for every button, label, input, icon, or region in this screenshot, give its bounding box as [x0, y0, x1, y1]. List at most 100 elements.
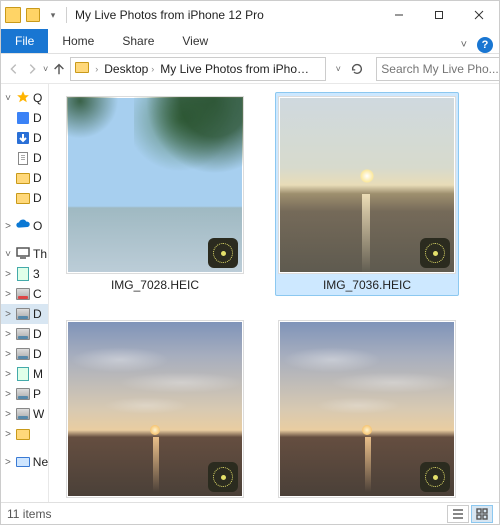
tree-item[interactable]: D	[1, 188, 48, 208]
tree-label: O	[33, 219, 42, 233]
qat-button[interactable]	[26, 8, 40, 22]
minimize-button[interactable]	[379, 1, 419, 29]
explorer-window: ▾ My Live Photos from iPhone 12 Pro File…	[0, 0, 500, 525]
tree-twisty[interactable]: >	[3, 409, 13, 420]
address-row: ˅ › Desktop› My Live Photos from iPhone …	[1, 54, 499, 84]
tree-item[interactable]: >D	[1, 324, 48, 344]
tree-item[interactable]: >3	[1, 264, 48, 284]
items-grid: IMG_7028.HEIC IMG_7036.HEICIMG_7040 (7).H…	[63, 92, 495, 502]
tree-label: Ne	[33, 455, 48, 469]
tree-label: D	[33, 171, 42, 185]
file-item[interactable]: IMG_7040.HEIC	[275, 316, 459, 502]
live-photo-icon	[420, 462, 450, 492]
tree-item[interactable]: >D	[1, 304, 48, 324]
tree-twisty[interactable]: >	[3, 457, 13, 468]
tree-icon	[15, 218, 31, 234]
tree-item[interactable]: >C	[1, 284, 48, 304]
tree-label: P	[33, 387, 41, 401]
title-bar: ▾ My Live Photos from iPhone 12 Pro	[1, 1, 499, 29]
view-thumbnails-button[interactable]	[471, 505, 493, 523]
thumbnail	[278, 96, 456, 274]
nav-tree[interactable]: ˅QDDDDD>O˅Th>3>C>D>D>D>M>P>W>>Ne	[1, 84, 49, 502]
tree-item[interactable]: > Ne	[1, 452, 48, 472]
tree-twisty[interactable]: >	[3, 369, 13, 380]
tree-item[interactable]: ˅Q	[1, 88, 48, 108]
help-icon[interactable]: ?	[477, 37, 493, 53]
tree-twisty[interactable]: >	[3, 221, 13, 232]
tree-icon	[15, 110, 31, 126]
tree-twisty[interactable]: >	[3, 389, 13, 400]
tree-item[interactable]: >D	[1, 344, 48, 364]
tree-icon	[15, 170, 31, 186]
window-controls	[379, 1, 499, 29]
tree-twisty[interactable]: >	[3, 349, 13, 360]
tree-label: D	[33, 191, 42, 205]
breadcrumb-folder[interactable]: My Live Photos from iPhone 12 Pro	[158, 62, 312, 76]
back-button[interactable]	[7, 57, 21, 81]
tab-share[interactable]: Share	[108, 29, 168, 53]
maximize-button[interactable]	[419, 1, 459, 29]
tree-twisty[interactable]: >	[3, 269, 13, 280]
refresh-button[interactable]	[346, 58, 368, 80]
tree-item[interactable]: D	[1, 148, 48, 168]
tree-label: D	[33, 307, 42, 321]
tree-item[interactable]: >O	[1, 216, 48, 236]
thumbnail	[66, 320, 244, 498]
close-button[interactable]	[459, 1, 499, 29]
tree-icon	[15, 426, 31, 442]
search-input[interactable]	[376, 57, 500, 81]
tree-item[interactable]: D	[1, 108, 48, 128]
live-photo-icon	[208, 238, 238, 268]
ribbon-collapse-icon[interactable]: ˅	[461, 39, 467, 51]
tree-icon	[15, 306, 31, 322]
tree-label: 3	[33, 267, 40, 281]
tree-item[interactable]: >P	[1, 384, 48, 404]
forward-button[interactable]	[25, 57, 39, 81]
tree-icon	[15, 130, 31, 146]
tree-item[interactable]: D	[1, 168, 48, 188]
tree-item[interactable]: >	[1, 424, 48, 444]
tab-home[interactable]: Home	[48, 29, 108, 53]
file-label: IMG_7028.HEIC	[111, 278, 199, 292]
body: ˅QDDDDD>O˅Th>3>C>D>D>D>M>P>W>>Ne IMG_702…	[1, 84, 499, 502]
status-count: 11 items	[7, 507, 51, 521]
tab-file[interactable]: File	[1, 29, 48, 53]
tree-twisty[interactable]: >	[3, 309, 13, 320]
tree-item[interactable]: >W	[1, 404, 48, 424]
content-pane[interactable]: IMG_7028.HEIC IMG_7036.HEICIMG_7040 (7).H…	[49, 84, 499, 502]
file-item[interactable]: IMG_7040 (7).HEIC	[63, 316, 247, 502]
breadcrumb-root[interactable]: ›	[93, 64, 100, 74]
tree-label: M	[33, 367, 43, 381]
tree-item[interactable]: D	[1, 128, 48, 148]
tree-icon	[15, 266, 31, 282]
tree-icon	[15, 454, 31, 470]
tree-item[interactable]: >M	[1, 364, 48, 384]
window-title: My Live Photos from iPhone 12 Pro	[75, 8, 264, 22]
tree-icon	[15, 246, 31, 262]
address-bar[interactable]: › Desktop› My Live Photos from iPhone 12…	[70, 57, 326, 81]
qat-dropdown[interactable]: ▾	[45, 4, 61, 26]
breadcrumb-desktop[interactable]: Desktop›	[102, 62, 156, 76]
tree-label: D	[33, 151, 42, 165]
tree-twisty[interactable]: ˅	[3, 93, 13, 104]
recent-dropdown[interactable]: ˅	[43, 58, 48, 80]
file-item[interactable]: IMG_7036.HEIC	[275, 92, 459, 296]
tree-twisty[interactable]: >	[3, 429, 13, 440]
tree-twisty[interactable]: ˅	[3, 249, 13, 260]
folder-icon	[73, 62, 91, 76]
separator	[66, 7, 67, 23]
tree-label: D	[33, 111, 42, 125]
view-details-button[interactable]	[447, 505, 469, 523]
tree-icon	[15, 286, 31, 302]
tree-item[interactable]: ˅Th	[1, 244, 48, 264]
tree-twisty[interactable]: >	[3, 289, 13, 300]
address-dropdown[interactable]: ˅	[330, 58, 346, 80]
tree-twisty[interactable]: >	[3, 329, 13, 340]
tree-label: C	[33, 287, 42, 301]
up-button[interactable]	[52, 57, 66, 81]
tree-label: D	[33, 327, 42, 341]
tab-view[interactable]: View	[168, 29, 222, 53]
thumbnail	[278, 320, 456, 498]
tree-label: D	[33, 347, 42, 361]
file-item[interactable]: IMG_7028.HEIC	[63, 92, 247, 296]
